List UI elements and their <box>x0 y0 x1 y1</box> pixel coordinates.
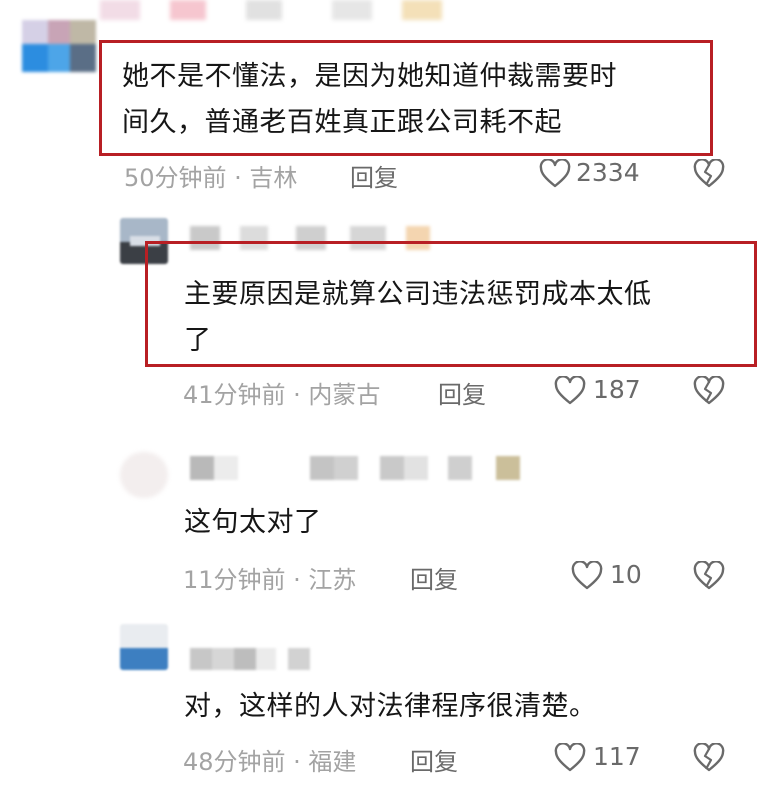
reply-button[interactable]: 回复 <box>410 560 458 595</box>
heart-outline-icon[interactable] <box>554 376 586 406</box>
comment-text: 她不是不懂法，是因为她知道仲裁需要时 间久，普通老百姓真正跟公司耗不起 <box>122 61 617 138</box>
heart-outline-icon[interactable] <box>539 159 571 189</box>
broken-heart-icon[interactable] <box>693 376 725 406</box>
comment-time-location: 41分钟前 · 内蒙古 <box>183 381 381 409</box>
heart-outline-icon[interactable] <box>571 561 603 591</box>
blurred-username <box>190 648 320 670</box>
broken-heart-icon[interactable] <box>693 159 725 189</box>
heart-outline-icon[interactable] <box>554 743 586 773</box>
comment-text: 主要原因是就算公司违法惩罚成本太低 了 <box>184 279 652 356</box>
comment-text: 这句太对了 <box>184 507 322 538</box>
avatar[interactable] <box>120 624 168 670</box>
reply-button[interactable]: 回复 <box>350 158 398 193</box>
like-count: 187 <box>593 375 641 404</box>
like-count: 10 <box>610 560 642 589</box>
like-count: 117 <box>593 742 641 771</box>
comment-time-location: 48分钟前 · 福建 <box>183 748 357 776</box>
comment-text: 对，这样的人对法律程序很清楚。 <box>184 691 597 722</box>
reply-button[interactable]: 回复 <box>438 375 486 410</box>
avatar[interactable] <box>22 20 96 72</box>
broken-heart-icon[interactable] <box>693 743 725 773</box>
top-blurred-username <box>100 0 540 20</box>
comment-time-location: 50分钟前 · 吉林 <box>124 164 298 192</box>
comment-time-location: 11分钟前 · 江苏 <box>183 566 357 594</box>
like-count: 2334 <box>576 158 640 187</box>
blurred-username <box>190 456 550 480</box>
avatar[interactable] <box>120 452 168 498</box>
reply-button[interactable]: 回复 <box>410 742 458 777</box>
broken-heart-icon[interactable] <box>693 561 725 591</box>
